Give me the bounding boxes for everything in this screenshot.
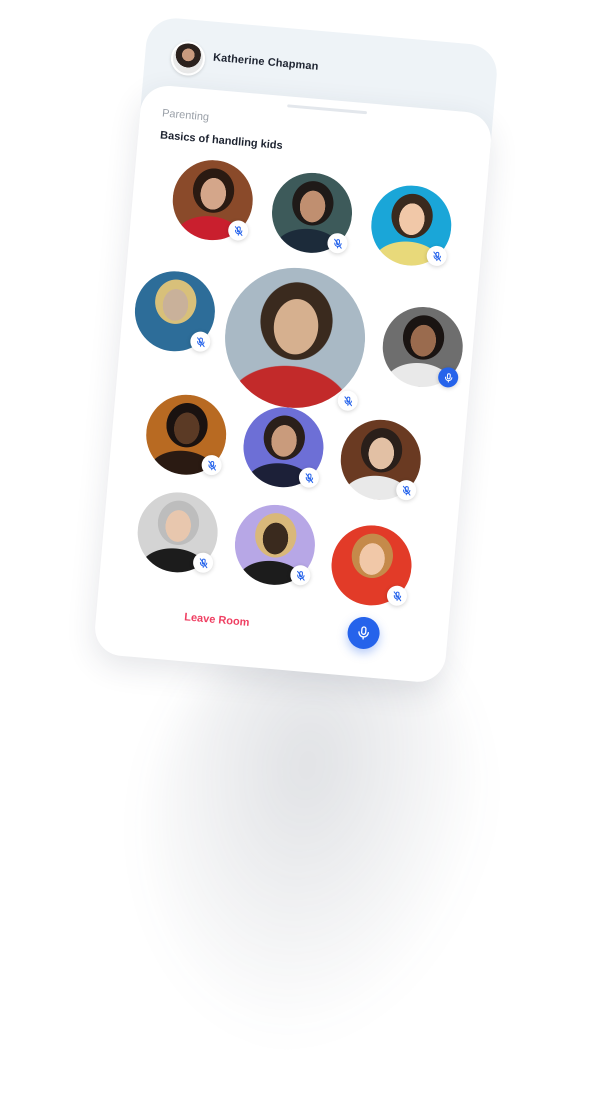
microphone-off-icon bbox=[196, 336, 205, 347]
microphone-off-icon bbox=[207, 460, 216, 471]
microphone-off-icon bbox=[402, 485, 411, 496]
microphone-off-icon bbox=[305, 472, 313, 483]
microphone-off-icon bbox=[234, 225, 242, 236]
muted-mic-badge bbox=[425, 245, 448, 267]
phone-mockup: Katherine Chapman Parenting Basics of ha… bbox=[92, 15, 500, 685]
muted-mic-badge bbox=[289, 564, 312, 587]
room-title: Basics of handling kids bbox=[159, 129, 284, 153]
muted-mic-badge bbox=[336, 389, 359, 412]
drag-handle[interactable] bbox=[287, 104, 368, 115]
muted-mic-badge bbox=[298, 466, 320, 489]
microphone-off-icon bbox=[432, 250, 441, 261]
muted-mic-badge bbox=[386, 584, 408, 607]
room-category: Parenting bbox=[161, 107, 210, 124]
microphone-off-icon bbox=[333, 238, 342, 249]
microphone-off-icon bbox=[296, 570, 305, 581]
microphone-off-icon bbox=[393, 590, 401, 601]
muted-mic-badge bbox=[192, 551, 214, 574]
leave-room-button[interactable]: Leave Room bbox=[184, 611, 250, 629]
room-card: Parenting Basics of handling kids Leave … bbox=[92, 83, 494, 685]
speaking-mic-badge bbox=[437, 366, 460, 389]
muted-mic-badge bbox=[200, 454, 223, 476]
muted-mic-badge bbox=[227, 219, 250, 242]
muted-mic-badge bbox=[395, 479, 418, 501]
microphone-icon bbox=[444, 372, 452, 382]
user-name: Katherine Chapman bbox=[212, 51, 319, 73]
user-avatar[interactable] bbox=[169, 40, 207, 77]
stage: Katherine Chapman Parenting Basics of ha… bbox=[0, 0, 608, 1105]
microphone-off-icon bbox=[199, 557, 207, 568]
muted-mic-badge bbox=[189, 330, 212, 353]
microphone-off-icon bbox=[343, 395, 352, 406]
muted-mic-badge bbox=[326, 232, 349, 255]
microphone-button[interactable] bbox=[346, 615, 381, 651]
microphone-icon bbox=[358, 626, 369, 640]
